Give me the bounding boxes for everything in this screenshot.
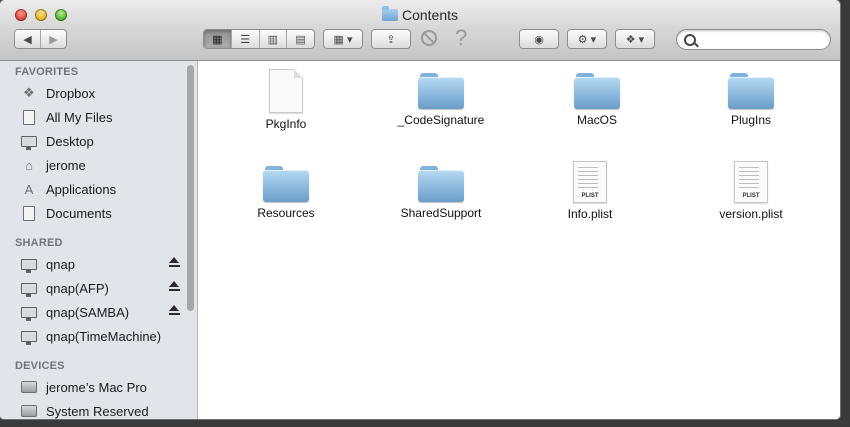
sidebar-scrollbar[interactable] <box>187 65 194 311</box>
sidebar: FAVORITES ❖ Dropbox All My Files Desktop… <box>0 61 198 419</box>
folder-item[interactable]: SharedSupport <box>376 166 506 220</box>
file-browser: PkgInfo _CodeSignature MacOS PlugIns Res… <box>198 61 840 419</box>
sidebar-item-label: System Reserved <box>46 403 149 419</box>
monitor-icon <box>20 280 38 297</box>
monitor-icon <box>20 256 38 273</box>
title-bar: Contents ◀ ▶ ▦ ☰ ▥ ▤ ▦ ▾ ⇪ ? ◉ ⚙ ▾ ❖ ▾ <box>0 0 840 61</box>
home-icon: ⌂ <box>25 157 33 173</box>
document-icon <box>269 69 303 113</box>
sidebar-item-system-reserved[interactable]: System Reserved <box>20 400 180 419</box>
dropbox-icon: ❖ <box>23 85 35 100</box>
plist-tag: PLIST <box>581 193 599 199</box>
monitor-icon <box>20 328 38 345</box>
eject-icon[interactable] <box>169 305 180 317</box>
folder-icon <box>263 166 309 202</box>
eye-icon: ◉ <box>534 33 544 46</box>
action-button[interactable]: ⚙ ▾ <box>567 29 607 49</box>
sidebar-item-qnap-samba[interactable]: qnap(SAMBA) <box>20 301 180 323</box>
search-input[interactable] <box>676 29 831 50</box>
sidebar-item-dropbox[interactable]: ❖ Dropbox <box>20 82 180 104</box>
sidebar-item-documents[interactable]: Documents <box>20 202 180 224</box>
file-name: MacOS <box>576 113 617 127</box>
folder-item[interactable]: _CodeSignature <box>376 73 506 127</box>
share-icon: ⇪ <box>386 33 396 46</box>
folder-icon <box>418 73 464 109</box>
file-name: Resources <box>257 206 315 220</box>
chevron-left-icon[interactable]: ◀ <box>15 30 40 48</box>
sidebar-item-mac-pro[interactable]: jerome’s Mac Pro <box>20 376 180 398</box>
view-mode-control: ▦ ☰ ▥ ▤ <box>203 29 315 49</box>
dropbox-icon: ❖ ▾ <box>625 33 645 46</box>
file-name: PkgInfo <box>265 117 307 131</box>
arrange-grid-icon: ▦ ▾ <box>333 33 353 46</box>
back-forward-control: ◀ ▶ <box>14 29 67 49</box>
sidebar-section-shared: SHARED <box>15 237 63 249</box>
file-item[interactable]: PLIST Info.plist <box>525 161 655 221</box>
share-button[interactable]: ⇪ <box>371 29 411 49</box>
folder-icon <box>418 166 464 202</box>
sidebar-item-jerome[interactable]: ⌂ jerome <box>20 154 180 176</box>
folder-item[interactable]: Resources <box>221 166 351 220</box>
sidebar-item-desktop[interactable]: Desktop <box>20 130 180 152</box>
sidebar-item-qnap[interactable]: qnap <box>20 253 180 275</box>
sidebar-item-label: qnap <box>46 256 75 272</box>
eject-icon[interactable] <box>169 257 180 269</box>
hard-disk-icon <box>20 403 38 419</box>
all-files-icon <box>20 109 38 125</box>
file-name: SharedSupport <box>400 206 482 220</box>
column-view-icon[interactable]: ▥ <box>258 30 287 48</box>
folder-icon <box>574 73 620 109</box>
sidebar-item-label: Documents <box>46 205 112 221</box>
no-connection-icon <box>421 30 437 46</box>
sidebar-item-label: Dropbox <box>46 85 96 101</box>
sidebar-item-qnap-afp[interactable]: qnap(AFP) <box>20 277 180 299</box>
folder-item[interactable]: PlugIns <box>686 73 816 127</box>
file-name: _CodeSignature <box>397 113 485 127</box>
arrange-button[interactable]: ▦ ▾ <box>323 29 363 49</box>
documents-icon <box>20 205 38 221</box>
dropbox-button[interactable]: ❖ ▾ <box>615 29 655 49</box>
sidebar-item-label: qnap(TimeMachine) <box>46 328 162 344</box>
computer-icon <box>20 379 38 395</box>
plist-file-icon: PLIST <box>734 161 768 203</box>
sidebar-item-label: jerome <box>46 157 86 173</box>
finder-window: Contents ◀ ▶ ▦ ☰ ▥ ▤ ▦ ▾ ⇪ ? ◉ ⚙ ▾ ❖ ▾ F… <box>0 0 840 419</box>
folder-item[interactable]: MacOS <box>532 73 662 127</box>
quick-look-button[interactable]: ◉ <box>519 29 559 49</box>
folder-icon <box>381 6 398 21</box>
applications-icon: A <box>24 181 34 197</box>
file-name: PlugIns <box>730 113 772 127</box>
list-view-icon[interactable]: ☰ <box>230 30 259 48</box>
sidebar-item-qnap-timemachine[interactable]: qnap(TimeMachine) <box>20 325 180 347</box>
sidebar-item-label: jerome’s Mac Pro <box>46 379 147 395</box>
plist-file-icon: PLIST <box>573 161 607 203</box>
file-item[interactable]: PkgInfo <box>221 69 351 131</box>
sidebar-item-label: Desktop <box>46 133 94 149</box>
sidebar-item-label: qnap(AFP) <box>46 280 109 296</box>
search-icon <box>684 34 696 46</box>
coverflow-view-icon[interactable]: ▤ <box>286 30 314 48</box>
plist-tag: PLIST <box>742 193 760 199</box>
file-name: Info.plist <box>567 207 613 221</box>
file-item[interactable]: PLIST version.plist <box>686 161 816 221</box>
gear-icon: ⚙ ▾ <box>577 33 597 46</box>
monitor-icon <box>20 304 38 321</box>
chevron-right-icon[interactable]: ▶ <box>40 30 66 48</box>
sidebar-item-label: Applications <box>46 181 117 197</box>
eject-icon[interactable] <box>169 281 180 293</box>
sidebar-section-devices: DEVICES <box>15 360 65 372</box>
sidebar-item-all-my-files[interactable]: All My Files <box>20 106 180 128</box>
window-title-text: Contents <box>401 7 459 23</box>
sidebar-section-favorites: FAVORITES <box>15 66 79 78</box>
folder-icon <box>728 73 774 109</box>
help-icon[interactable]: ? <box>455 25 467 51</box>
icon-view-icon[interactable]: ▦ <box>204 30 231 48</box>
sidebar-item-label: qnap(SAMBA) <box>46 304 130 320</box>
sidebar-item-label: All My Files <box>46 109 113 125</box>
window-title: Contents <box>0 6 840 23</box>
desktop-icon <box>20 133 38 150</box>
file-name: version.plist <box>719 207 783 221</box>
sidebar-item-applications[interactable]: A Applications <box>20 178 180 200</box>
